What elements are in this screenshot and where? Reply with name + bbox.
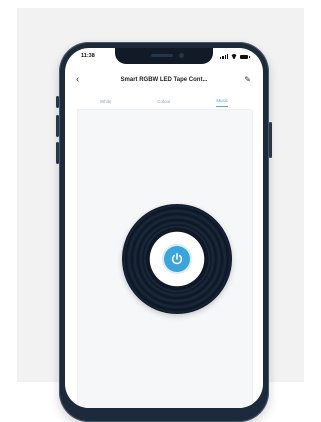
tab-colour[interactable]: Colour [157, 99, 170, 107]
signal-icon [220, 54, 228, 59]
mode-tabs: White Colour Music [77, 96, 251, 110]
battery-icon [240, 55, 250, 59]
speaker-grille [151, 54, 173, 57]
status-time: 11:38 [81, 53, 95, 59]
page-title: Smart RGBW LED Tape Cont... [120, 77, 208, 83]
side-button [269, 122, 272, 158]
title-bar: ‹ Smart RGBW LED Tape Cont... ✎ [65, 72, 263, 90]
tab-music[interactable]: Music [216, 98, 229, 107]
power-icon [171, 252, 183, 265]
power-button[interactable] [164, 246, 190, 272]
camera-icon [179, 53, 184, 58]
music-panel [77, 110, 253, 408]
pencil-icon[interactable]: ✎ [244, 75, 251, 84]
notch [115, 48, 213, 64]
wifi-icon [231, 54, 237, 59]
status-icons [220, 53, 250, 59]
chevron-left-icon[interactable]: ‹ [76, 75, 79, 85]
tab-white[interactable]: White [100, 99, 112, 107]
phone-screen: 11:38 ‹ Smart RGBW LED Tape Cont... ✎ Wh… [65, 48, 263, 408]
